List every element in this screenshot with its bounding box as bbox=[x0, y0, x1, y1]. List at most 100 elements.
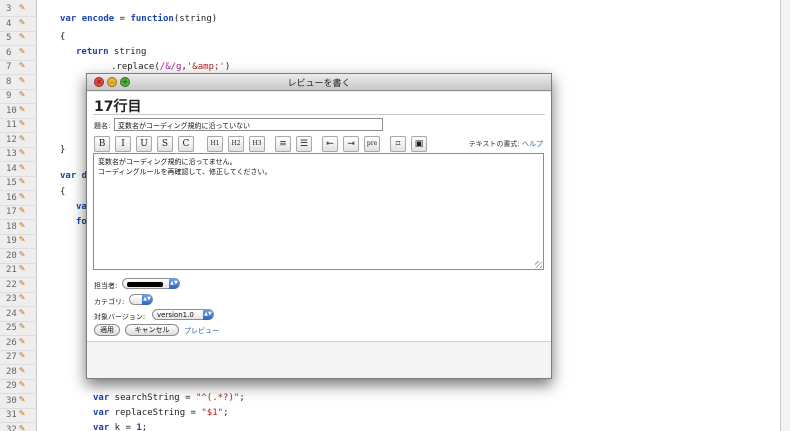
code-string: '&amp;' bbox=[186, 62, 225, 72]
pencil-icon[interactable]: ✎ bbox=[19, 147, 25, 158]
code-text: searchString = bbox=[109, 393, 196, 403]
assignee-label: 担当者: bbox=[94, 282, 118, 290]
editor-scrollbar[interactable] bbox=[780, 0, 790, 431]
code-text: } bbox=[60, 145, 66, 155]
line-number-text: 16 bbox=[6, 192, 17, 203]
pencil-icon[interactable]: ✎ bbox=[19, 234, 25, 245]
line-number-text: 7 bbox=[6, 62, 12, 72]
resize-grip-icon[interactable] bbox=[535, 261, 542, 268]
line-number-text: 29 bbox=[6, 381, 17, 391]
code-text: { bbox=[60, 187, 66, 197]
pencil-icon[interactable]: ✎ bbox=[19, 104, 25, 115]
dialog-titlebar[interactable]: × – + レビューを書く bbox=[87, 74, 551, 91]
pencil-icon[interactable]: ✎ bbox=[19, 118, 25, 129]
format-label: テキストの書式: bbox=[468, 140, 520, 148]
help-link[interactable]: ヘルプ bbox=[522, 140, 543, 148]
heading2-icon[interactable]: H2 bbox=[228, 136, 244, 152]
line-number-text: 22 bbox=[6, 279, 17, 290]
code-text: ; bbox=[239, 393, 245, 403]
code-text: (string) bbox=[173, 14, 218, 24]
pencil-icon[interactable]: ✎ bbox=[19, 278, 25, 289]
pencil-icon[interactable]: ✎ bbox=[19, 220, 25, 231]
line-number-text: 19 bbox=[6, 236, 17, 246]
line-number-text: 23 bbox=[6, 294, 17, 304]
pencil-icon[interactable]: ✎ bbox=[19, 423, 25, 431]
line-number-text: 5 bbox=[6, 33, 12, 43]
pencil-icon[interactable]: ✎ bbox=[19, 307, 25, 318]
link-icon[interactable]: ⌗ bbox=[390, 136, 406, 152]
pencil-icon[interactable]: ✎ bbox=[19, 379, 25, 390]
apply-button[interactable]: 適用 bbox=[94, 324, 120, 336]
line-number-text: 12 bbox=[6, 134, 17, 145]
bold-icon[interactable]: B bbox=[94, 136, 110, 152]
line-number-text: 9 bbox=[6, 91, 12, 101]
code-line-5: { bbox=[60, 32, 65, 49]
pencil-icon[interactable]: ✎ bbox=[19, 336, 25, 347]
code-text: ) bbox=[224, 62, 231, 72]
italic-icon[interactable]: I bbox=[115, 136, 131, 152]
dialog-footer bbox=[87, 342, 551, 378]
pencil-icon[interactable]: ✎ bbox=[19, 176, 25, 187]
version-select[interactable]: version1.0 ▲▼ bbox=[152, 309, 214, 320]
code-text: k = bbox=[109, 423, 137, 431]
preview-link[interactable]: プレビュー bbox=[184, 326, 219, 336]
subject-input[interactable]: 変数名がコーディング規約に沿っていない bbox=[114, 118, 383, 131]
outdent-icon[interactable]: ⇤ bbox=[322, 136, 338, 152]
pencil-icon[interactable]: ✎ bbox=[19, 350, 25, 361]
review-body-textarea[interactable]: 変数名がコーディング規約に沿ってません。 コーディングルールを再確認して、修正し… bbox=[93, 153, 544, 270]
line-number-text: 25 bbox=[6, 323, 17, 333]
pencil-icon[interactable]: ✎ bbox=[19, 365, 25, 376]
line-number-text: 32 bbox=[6, 424, 17, 431]
cancel-button[interactable]: キャンセル bbox=[125, 324, 179, 336]
code-keyword: var bbox=[60, 14, 77, 24]
redacted-name bbox=[127, 281, 163, 287]
pencil-icon[interactable]: ✎ bbox=[19, 321, 25, 332]
numbered-list-icon[interactable]: ☰ bbox=[296, 136, 312, 152]
preformatted-icon[interactable]: pre bbox=[364, 136, 380, 152]
strikethrough-icon[interactable]: S bbox=[157, 136, 173, 152]
pencil-icon[interactable]: ✎ bbox=[19, 89, 25, 100]
line-number-text: 4 bbox=[6, 18, 12, 29]
pencil-icon[interactable]: ✎ bbox=[19, 17, 25, 28]
code-keyword: function bbox=[130, 14, 174, 24]
pencil-icon[interactable]: ✎ bbox=[19, 263, 25, 274]
pencil-icon[interactable]: ✎ bbox=[19, 31, 25, 42]
heading3-icon[interactable]: H3 bbox=[249, 136, 265, 152]
window-title: レビューを書く bbox=[287, 79, 351, 89]
pencil-icon[interactable]: ✎ bbox=[19, 133, 25, 144]
pencil-icon[interactable]: ✎ bbox=[19, 191, 25, 202]
line-number-text: 15 bbox=[6, 178, 17, 188]
category-label: カテゴリ: bbox=[94, 298, 125, 306]
pencil-icon[interactable]: ✎ bbox=[19, 75, 25, 86]
updown-arrow-icon: ▲▼ bbox=[169, 278, 179, 289]
pencil-icon[interactable]: ✎ bbox=[19, 162, 25, 173]
pencil-icon[interactable]: ✎ bbox=[19, 205, 25, 216]
bullet-list-icon[interactable]: ≡ bbox=[275, 136, 291, 152]
category-select[interactable]: ▲▼ bbox=[129, 294, 153, 305]
version-label: 対象バージョン: bbox=[94, 313, 146, 321]
pencil-icon[interactable]: ✎ bbox=[19, 60, 25, 71]
text-format-note: テキストの書式: ヘルプ bbox=[469, 139, 543, 149]
assignee-select[interactable]: ▲▼ bbox=[122, 278, 180, 289]
code-text: = bbox=[114, 14, 131, 24]
pencil-icon[interactable]: ✎ bbox=[19, 46, 25, 57]
updown-arrow-icon: ▲▼ bbox=[142, 294, 152, 305]
heading1-icon[interactable]: H1 bbox=[207, 136, 223, 152]
pencil-icon[interactable]: ✎ bbox=[19, 408, 25, 419]
code-keyword: return bbox=[76, 47, 109, 57]
code-text: replaceString = bbox=[109, 408, 202, 418]
dialog-content: 17行目 題名: 変数名がコーディング規約に沿っていない B I U S C H1 H2 H3… bbox=[87, 92, 551, 378]
line-number-text: 8 bbox=[6, 76, 12, 87]
line-number-text: 24 bbox=[6, 308, 17, 319]
pencil-icon[interactable]: ✎ bbox=[19, 394, 25, 405]
line-heading: 17行目 bbox=[94, 99, 142, 115]
pencil-icon[interactable]: ✎ bbox=[19, 2, 25, 13]
code-line-33: var k = 1; bbox=[93, 423, 147, 431]
line-number-text: 6 bbox=[6, 47, 12, 58]
image-icon[interactable]: ▣ bbox=[411, 136, 427, 152]
indent-icon[interactable]: ⇥ bbox=[343, 136, 359, 152]
pencil-icon[interactable]: ✎ bbox=[19, 292, 25, 303]
code-icon[interactable]: C bbox=[178, 136, 194, 152]
underline-icon[interactable]: U bbox=[136, 136, 152, 152]
pencil-icon[interactable]: ✎ bbox=[19, 249, 25, 260]
